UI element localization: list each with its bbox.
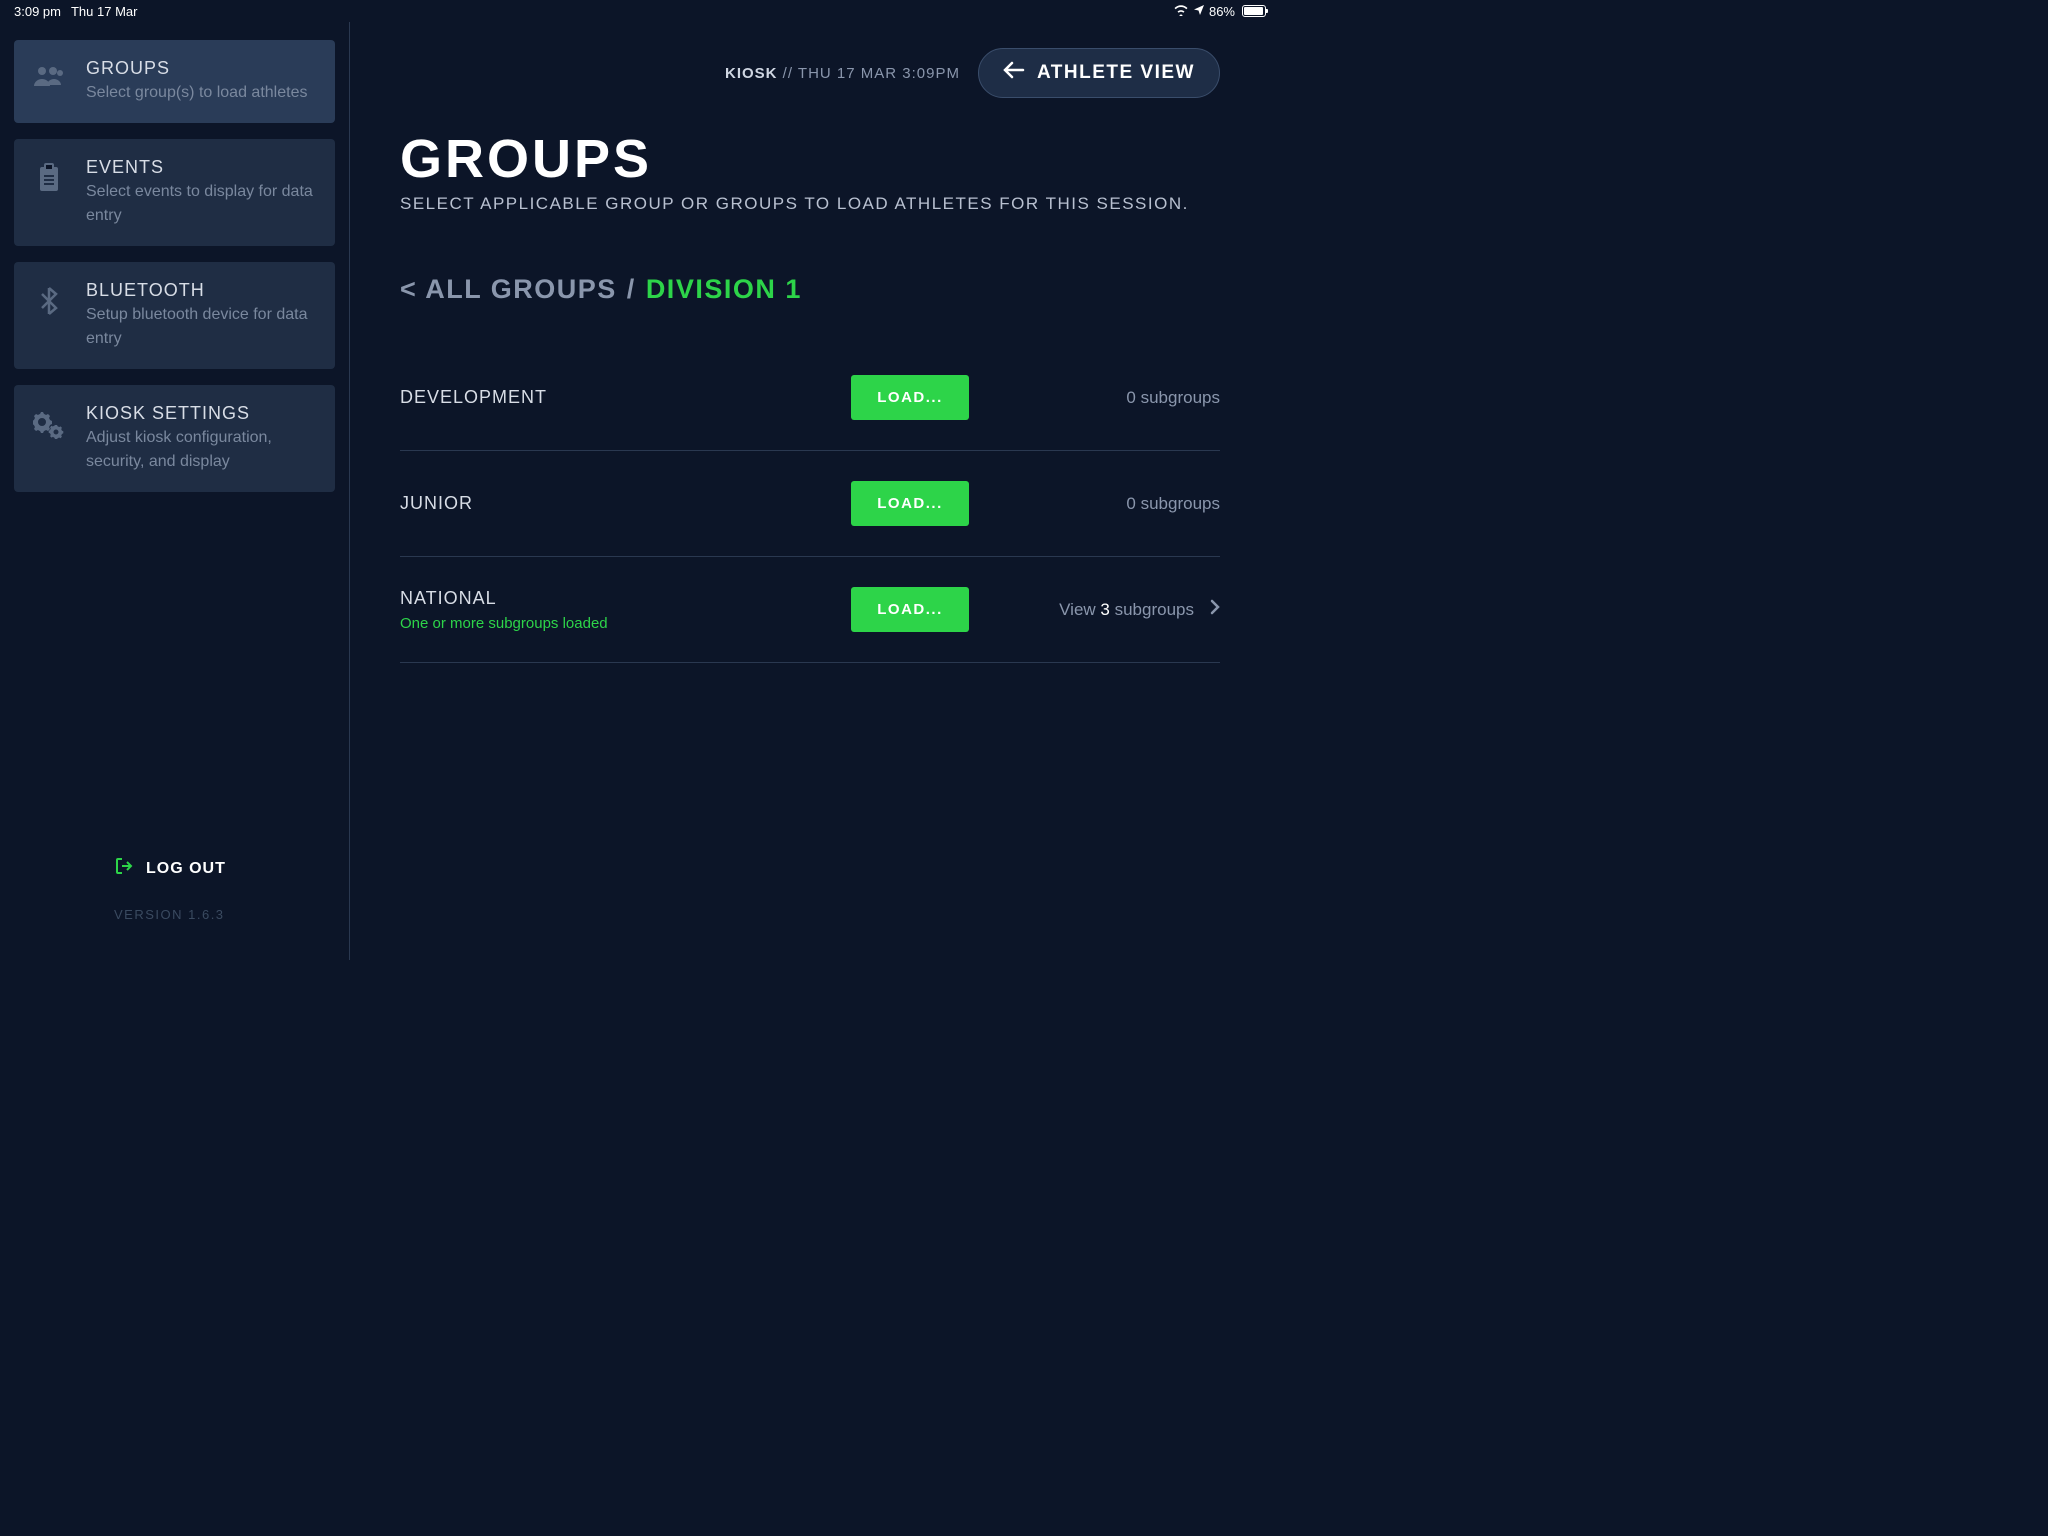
arrow-left-icon	[1003, 61, 1025, 85]
logout-button[interactable]: LOG OUT	[114, 856, 335, 881]
group-name: JUNIOR	[400, 493, 830, 514]
sidebar-item-title: GROUPS	[86, 58, 317, 79]
breadcrumb-current: DIVISION 1	[646, 274, 802, 305]
battery-percent: 86%	[1209, 4, 1235, 19]
breadcrumb-separator: /	[627, 274, 636, 305]
group-name: NATIONAL	[400, 588, 830, 609]
status-time: 3:09 pm	[14, 4, 61, 19]
group-row: NATIONAL One or more subgroups loaded LO…	[400, 557, 1220, 663]
breadcrumb-nav: < ALL GROUPS / DIVISION 1	[400, 274, 1220, 305]
sidebar: GROUPS Select group(s) to load athletes	[0, 22, 350, 960]
athlete-view-label: ATHLETE VIEW	[1037, 62, 1195, 84]
load-button[interactable]: LOAD...	[851, 481, 969, 526]
sidebar-item-subtitle: Adjust kiosk configuration, security, an…	[86, 426, 317, 474]
battery-icon	[1242, 5, 1266, 17]
sidebar-item-subtitle: Setup bluetooth device for data entry	[86, 303, 317, 351]
sidebar-item-subtitle: Select group(s) to load athletes	[86, 81, 317, 105]
group-row: DEVELOPMENT LOAD... 0 subgroups	[400, 345, 1220, 451]
subgroup-text: 0 subgroups	[1126, 388, 1220, 408]
sidebar-item-events[interactable]: EVENTS Select events to display for data…	[14, 139, 335, 246]
status-date: Thu 17 Mar	[71, 4, 137, 19]
sidebar-item-title: KIOSK SETTINGS	[86, 403, 317, 424]
groups-icon	[28, 58, 70, 105]
header-breadcrumb: KIOSK // THU 17 MAR 3:09PM	[725, 65, 960, 82]
group-name: DEVELOPMENT	[400, 387, 830, 408]
athlete-view-button[interactable]: ATHLETE VIEW	[978, 48, 1220, 98]
clipboard-icon	[28, 157, 70, 228]
sidebar-item-bluetooth[interactable]: BLUETOOTH Setup bluetooth device for dat…	[14, 262, 335, 369]
location-icon	[1193, 4, 1205, 19]
sidebar-item-kiosk-settings[interactable]: KIOSK SETTINGS Adjust kiosk configuratio…	[14, 385, 335, 492]
logout-icon	[114, 856, 134, 881]
wifi-icon	[1173, 4, 1189, 19]
page-subtitle: SELECT APPLICABLE GROUP OR GROUPS TO LOA…	[400, 194, 1220, 214]
load-button[interactable]: LOAD...	[851, 375, 969, 420]
bluetooth-icon	[28, 280, 70, 351]
sidebar-item-subtitle: Select events to display for data entry	[86, 180, 317, 228]
subgroup-text: View 3 subgroups	[1059, 600, 1194, 620]
main-content: KIOSK // THU 17 MAR 3:09PM ATHLETE VIEW …	[350, 22, 1280, 960]
version-label: VERSION 1.6.3	[114, 907, 335, 922]
view-subgroups-link[interactable]: View 3 subgroups	[990, 599, 1220, 620]
breadcrumb-back[interactable]: < ALL GROUPS	[400, 274, 617, 305]
sidebar-item-title: BLUETOOTH	[86, 280, 317, 301]
page-title: GROUPS	[400, 128, 1220, 190]
sidebar-item-title: EVENTS	[86, 157, 317, 178]
status-bar: 3:09 pm Thu 17 Mar 86%	[0, 0, 1280, 22]
group-row: JUNIOR LOAD... 0 subgroups	[400, 451, 1220, 557]
subgroup-text: 0 subgroups	[1126, 494, 1220, 514]
logout-label: LOG OUT	[146, 860, 226, 878]
load-button[interactable]: LOAD...	[851, 587, 969, 632]
chevron-right-icon	[1210, 599, 1220, 620]
group-substatus: One or more subgroups loaded	[400, 615, 830, 632]
sidebar-item-groups[interactable]: GROUPS Select group(s) to load athletes	[14, 40, 335, 123]
gears-icon	[28, 403, 70, 474]
